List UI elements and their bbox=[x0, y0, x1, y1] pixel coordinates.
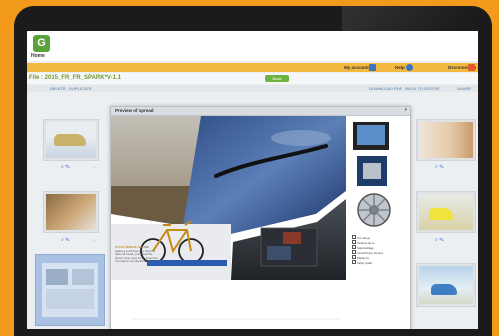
legend-item: Safety quality bbox=[352, 260, 373, 265]
more-button[interactable]: SHARE bbox=[457, 86, 471, 91]
caption-text: With features you'll love why. Now it's … bbox=[115, 245, 158, 264]
download-pdf-button[interactable]: DOWNLOAD PDF bbox=[369, 86, 402, 91]
file-title: File : 2015_FR_FR_SPARK*V-1.1 bbox=[29, 75, 121, 81]
help-icon[interactable] bbox=[406, 64, 413, 71]
logout-icon[interactable] bbox=[468, 64, 475, 71]
modal-title: Preview of spread bbox=[115, 108, 154, 113]
spread-illustration bbox=[111, 116, 410, 329]
file-bar: File : 2015_FR_FR_SPARK*V-1.1 Back bbox=[27, 73, 478, 84]
thumbnail-tools-icon[interactable]: ⌕ ✎ bbox=[61, 164, 70, 170]
close-icon[interactable]: ▾ bbox=[404, 107, 407, 113]
app-header: G Home bbox=[27, 31, 478, 61]
modal-header: Preview of spread ▾ bbox=[111, 107, 410, 116]
my-account-link[interactable]: My account bbox=[344, 64, 369, 71]
account-icon[interactable] bbox=[369, 64, 376, 71]
page-thumbnail[interactable] bbox=[416, 191, 476, 233]
page-thumbnail[interactable] bbox=[43, 191, 99, 233]
duplicate-button[interactable]: DUPLICATE bbox=[69, 86, 92, 91]
thumbnail-tools-icon[interactable]: ⌕ ✎ bbox=[435, 164, 444, 170]
thumbnail-tools-icon[interactable]: ⌕ ✎ bbox=[435, 237, 444, 243]
help-link[interactable]: Help bbox=[395, 64, 405, 71]
app-screen: G Home My account Help Deconnexion File … bbox=[27, 31, 478, 329]
back-to-editor-button[interactable]: BACK TO EDITOR bbox=[405, 86, 439, 91]
back-button[interactable]: Back bbox=[265, 75, 289, 82]
thumbnail-tools-icon[interactable]: ⌕ ✎ bbox=[61, 237, 70, 243]
page-thumbnail[interactable] bbox=[43, 119, 99, 161]
app-logo[interactable]: G bbox=[33, 35, 50, 52]
preview-modal: Preview of spread ▾ STYLE ÜBER ALLES Wit… bbox=[110, 106, 411, 329]
delete-button[interactable]: DELETE bbox=[50, 86, 66, 91]
page-thumbnail[interactable] bbox=[416, 119, 476, 161]
user-bar: My account Help Deconnexion bbox=[27, 63, 478, 72]
page-thumbnail-selected[interactable] bbox=[35, 254, 105, 326]
thumbnail-number: ? bbox=[93, 165, 96, 170]
spread-caption: STYLE ÜBER ALLES With features you'll lo… bbox=[115, 245, 159, 264]
home-link[interactable]: Home bbox=[31, 53, 45, 59]
page-thumbnail[interactable] bbox=[416, 263, 476, 307]
toolbar: DELETE DUPLICATE DOWNLOAD PDF BACK TO ED… bbox=[27, 85, 478, 92]
spread-preview: STYLE ÜBER ALLES With features you'll lo… bbox=[111, 116, 410, 329]
thumbnail-number: ? bbox=[93, 238, 96, 243]
